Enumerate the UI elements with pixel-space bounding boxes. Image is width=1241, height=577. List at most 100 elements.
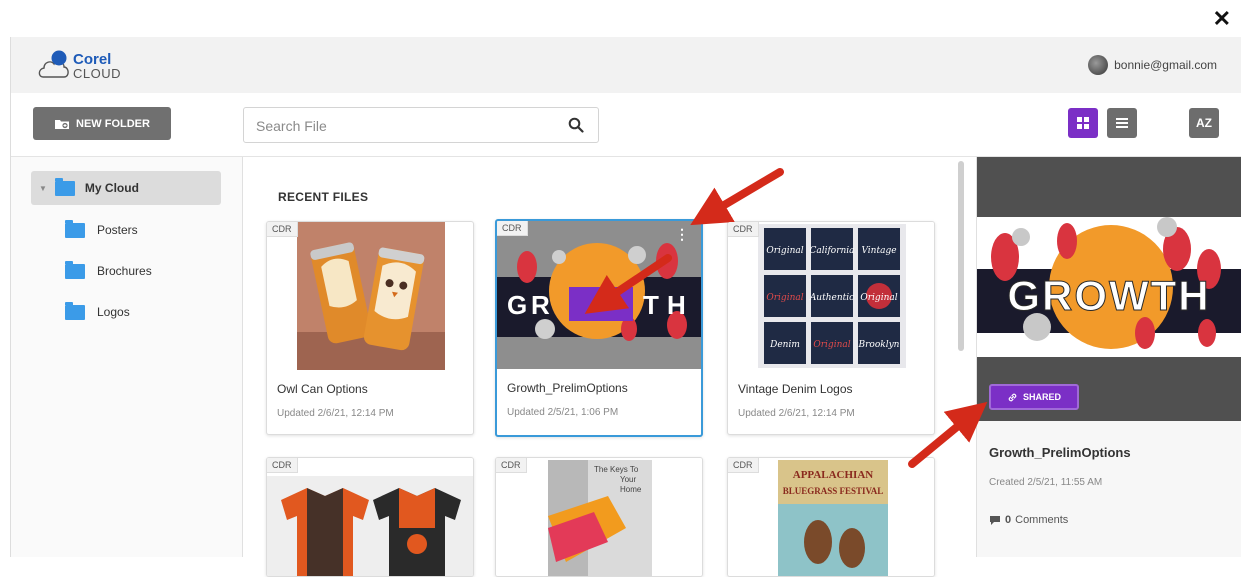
sidebar-item-label: Brochures	[97, 264, 152, 278]
growth-letter-h: H	[667, 290, 686, 320]
more-options-icon[interactable]: ⋮	[675, 227, 689, 241]
file-browser: RECENT FILES CDR Owl Can Options Updated…	[244, 157, 976, 577]
toolbar: NEW FOLDER AZ	[11, 93, 1241, 157]
file-card-jerseys[interactable]: CDR	[266, 457, 474, 577]
corel-cloud-window: Corel CLOUD bonnie@gmail.com NEW FOLDER	[10, 37, 1241, 577]
file-thumbnail	[267, 222, 473, 370]
sidebar-item-label: Logos	[97, 305, 130, 319]
scrollbar[interactable]	[958, 161, 964, 351]
vintage-logo-text: California	[809, 246, 854, 256]
comments-count: 0	[1005, 514, 1012, 526]
file-card-appalachian-poster[interactable]: CDR APPALACHIAN BLUEGRASS FESTIVAL	[727, 457, 935, 577]
comments-label: Comments	[1015, 514, 1069, 526]
details-created: Created 2/5/21, 11:55 AM	[989, 477, 1103, 488]
file-thumbnail: Original California Vintage Original Aut…	[728, 222, 934, 370]
cloud-logo-icon	[38, 50, 69, 78]
growth-letter-g: G	[507, 290, 527, 320]
file-card-vintage-denim-logos[interactable]: CDR Original California Vintage Original…	[727, 221, 935, 435]
search-icon[interactable]	[568, 117, 584, 133]
growth-artwork-image: G R T H	[497, 221, 701, 369]
file-thumbnail: G R T H	[497, 221, 701, 369]
grid-icon	[1077, 117, 1089, 129]
vintage-logos-grid-image: Original California Vintage Original Aut…	[728, 222, 934, 370]
app-frame: ✕ Corel CLOUD bonnie@gmail.com NEW FOLDE…	[0, 0, 1241, 577]
file-type-badge: CDR	[267, 222, 298, 237]
folder-icon	[65, 219, 85, 238]
sidebar-item-posters[interactable]: Posters	[65, 219, 138, 240]
corel-cloud-logo: Corel CLOUD	[37, 49, 147, 85]
folder-icon	[54, 177, 75, 196]
file-name: Owl Can Options	[277, 382, 368, 396]
folder-plus-icon	[55, 119, 70, 129]
list-view-button[interactable]	[1107, 108, 1137, 138]
file-updated: Updated 2/6/21, 12:14 PM	[738, 408, 855, 419]
details-file-name: Growth_PrelimOptions	[989, 445, 1131, 460]
vintage-logo-text: Denim	[769, 340, 800, 350]
poster-headline-line1: The Keys To	[594, 465, 639, 474]
file-thumbnail	[267, 458, 473, 576]
details-preview: GROWTH SHARED	[977, 157, 1241, 421]
jerseys-image	[267, 458, 473, 576]
shared-button[interactable]: SHARED	[989, 384, 1079, 410]
file-updated: Updated 2/6/21, 12:14 PM	[277, 408, 394, 419]
search-box[interactable]	[243, 107, 599, 143]
comments-link[interactable]: 0 Comments	[989, 514, 1068, 526]
folder-sidebar: ▼ My Cloud Posters Brochures Logos	[11, 157, 243, 557]
search-input[interactable]	[256, 116, 556, 136]
folder-icon	[65, 260, 85, 279]
sidebar-item-label: My Cloud	[84, 181, 139, 195]
sidebar-item-logos[interactable]: Logos	[65, 301, 130, 322]
file-type-badge: CDR	[497, 221, 528, 236]
file-thumbnail: The Keys To Your Home	[496, 458, 702, 576]
vintage-logo-text: Original	[766, 293, 803, 303]
file-type-badge: CDR	[496, 458, 527, 473]
vintage-logo-text: Original	[860, 293, 897, 303]
file-thumbnail: APPALACHIAN BLUEGRASS FESTIVAL	[728, 458, 934, 576]
appalachian-poster-image: APPALACHIAN BLUEGRASS FESTIVAL	[728, 458, 934, 576]
growth-letter-t: T	[643, 290, 659, 320]
file-type-badge: CDR	[728, 458, 759, 473]
vintage-logo-text: Brooklyn	[858, 340, 900, 350]
keys-poster-image: The Keys To Your Home	[496, 458, 702, 576]
sidebar-item-brochures[interactable]: Brochures	[65, 260, 152, 281]
growth-preview-word: GROWTH	[1007, 272, 1210, 319]
link-icon	[1008, 393, 1017, 401]
vintage-logo-text: Vintage	[861, 246, 896, 256]
poster-title-line2: BLUEGRASS FESTIVAL	[783, 486, 884, 496]
growth-preview-image: GROWTH	[977, 157, 1241, 421]
user-account[interactable]: bonnie@gmail.com	[1088, 55, 1217, 75]
vintage-logo-text: Original	[766, 246, 803, 256]
new-folder-button[interactable]: NEW FOLDER	[33, 107, 171, 140]
close-icon[interactable]: ✕	[1213, 8, 1231, 30]
file-name: Vintage Denim Logos	[738, 382, 853, 396]
file-card-owl-can-options[interactable]: CDR Owl Can Options Updated 2/6/21, 12:1…	[266, 221, 474, 435]
sort-az-button[interactable]: AZ	[1189, 108, 1219, 138]
shared-label: SHARED	[1022, 392, 1061, 402]
app-header: Corel CLOUD bonnie@gmail.com	[11, 37, 1241, 93]
file-details-panel: GROWTH SHARED Growth_PrelimOptions Creat…	[976, 157, 1241, 557]
brand-name-line2: CLOUD	[73, 66, 122, 81]
file-type-badge: CDR	[267, 458, 298, 473]
growth-letter-r: R	[531, 290, 550, 320]
poster-headline-line2: Your	[620, 475, 637, 484]
user-email[interactable]: bonnie@gmail.com	[1114, 58, 1217, 72]
file-name: Growth_PrelimOptions	[507, 381, 628, 395]
file-card-keys-poster[interactable]: CDR The Keys To Your Home	[495, 457, 703, 577]
expand-triangle-icon[interactable]: ▼	[39, 184, 47, 193]
file-type-badge: CDR	[728, 222, 759, 237]
comment-icon	[990, 515, 1000, 525]
new-folder-label: NEW FOLDER	[76, 117, 150, 130]
owl-cans-image	[297, 222, 445, 370]
poster-headline-line3: Home	[620, 485, 642, 494]
grid-view-button[interactable]	[1068, 108, 1098, 138]
section-title: RECENT FILES	[278, 190, 369, 204]
vintage-logo-text: Authentic	[809, 293, 854, 303]
file-card-growth-prelimoptions[interactable]: CDR ⋮ G R T H Growth_PrelimOptions Updat…	[495, 219, 703, 437]
folder-icon	[65, 301, 85, 320]
poster-title-line1: APPALACHIAN	[793, 469, 874, 481]
list-icon	[1116, 118, 1128, 128]
avatar[interactable]	[1088, 55, 1109, 75]
file-updated: Updated 2/5/21, 1:06 PM	[507, 407, 619, 418]
sidebar-item-label: Posters	[97, 223, 138, 237]
sidebar-item-my-cloud[interactable]: ▼ My Cloud	[31, 171, 221, 205]
